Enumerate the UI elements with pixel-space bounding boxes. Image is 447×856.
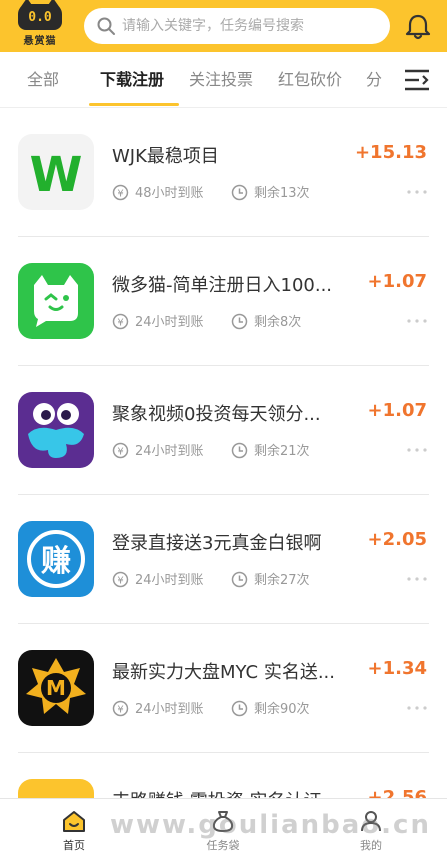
remaining-text: 剩余90次 — [254, 702, 310, 717]
more-dots-icon[interactable] — [407, 577, 427, 581]
svg-text:M: M — [46, 676, 66, 700]
task-item[interactable]: 微多猫-简单注册日入100... +1.07 ¥24小时到账 剩余8次 — [0, 237, 447, 366]
remaining-count: 剩余27次 — [231, 569, 310, 588]
bottom-nav: 首页 任务袋 我的 — [0, 798, 447, 856]
tab-download-register[interactable]: 下载注册 — [100, 52, 164, 108]
task-reward: +2.05 — [367, 529, 428, 550]
logo-text: 悬赏猫 — [23, 36, 57, 47]
nav-task-bag[interactable]: 任务袋 — [173, 799, 273, 856]
nav-task-bag-label: 任务袋 — [206, 839, 240, 852]
zhuan-app-icon: 赚 — [18, 521, 94, 597]
tab-all[interactable]: 全部 — [27, 52, 59, 108]
settle-time-text: 24小时到账 — [135, 573, 204, 588]
search-bar[interactable] — [84, 8, 390, 44]
remaining-text: 剩余8次 — [254, 315, 302, 330]
svg-text:赚: 赚 — [41, 544, 71, 579]
task-title: 微多猫-简单注册日入100... — [112, 275, 333, 296]
nav-profile[interactable]: 我的 — [321, 799, 421, 856]
clock-icon — [231, 313, 248, 330]
top-header: 0.0 悬赏猫 — [0, 0, 447, 52]
task-reward: +1.07 — [367, 400, 428, 421]
clock-icon — [231, 442, 248, 459]
logo-eyes: 0.0 — [28, 10, 52, 25]
task-reward: +1.34 — [367, 658, 428, 679]
clock-icon — [231, 571, 248, 588]
nav-home-label: 首页 — [63, 839, 85, 852]
nav-home[interactable]: 首页 — [24, 799, 124, 856]
wjk-app-icon: W — [18, 134, 94, 210]
remaining-count: 剩余21次 — [231, 440, 310, 459]
clock-icon — [231, 700, 248, 717]
task-title: WJK最稳项目 — [112, 146, 219, 167]
remaining-count: 剩余13次 — [231, 182, 310, 201]
active-tab-indicator — [89, 103, 179, 106]
task-item[interactable]: M 最新实力大盘MYC 实名送... +1.34 ¥24小时到账 剩余90次 — [0, 624, 447, 753]
svg-text:¥: ¥ — [117, 447, 123, 458]
search-input[interactable] — [122, 8, 382, 44]
remaining-count: 剩余8次 — [231, 311, 301, 330]
myc-app-icon: M — [18, 650, 94, 726]
settle-time: ¥48小时到账 — [112, 182, 204, 201]
task-item[interactable]: 聚象视频0投资每天领分... +1.07 ¥24小时到账 剩余21次 — [0, 366, 447, 495]
clock-icon — [231, 184, 248, 201]
settle-time-text: 24小时到账 — [135, 444, 204, 459]
bell-icon[interactable] — [403, 12, 433, 42]
user-icon — [361, 811, 381, 832]
yen-icon: ¥ — [112, 442, 129, 459]
yen-icon: ¥ — [112, 700, 129, 717]
weiduomao-app-icon — [18, 263, 94, 339]
task-title: 最新实力大盘MYC 实名送... — [112, 662, 335, 683]
yen-icon: ¥ — [112, 313, 129, 330]
remaining-text: 剩余21次 — [254, 444, 310, 459]
tab-follow-vote[interactable]: 关注投票 — [189, 52, 253, 108]
tab-redpacket-bargain[interactable]: 红包砍价 — [278, 52, 342, 108]
task-reward: +1.07 — [367, 271, 428, 292]
bag-icon — [212, 811, 234, 832]
task-title: 聚象视频0投资每天领分... — [112, 404, 321, 425]
app-logo[interactable]: 0.0 悬赏猫 — [14, 0, 66, 48]
more-dots-icon[interactable] — [407, 706, 427, 710]
more-dots-icon[interactable] — [407, 448, 427, 452]
task-item[interactable]: 赚 登录直接送3元真金白银啊 +2.05 ¥24小时到账 剩余27次 — [0, 495, 447, 624]
search-icon — [97, 17, 115, 35]
home-icon — [63, 811, 85, 832]
more-dots-icon[interactable] — [407, 190, 427, 194]
yen-icon: ¥ — [112, 184, 129, 201]
settle-time: ¥24小时到账 — [112, 311, 204, 330]
tab-partial[interactable]: 分 — [366, 52, 382, 108]
settle-time: ¥24小时到账 — [112, 440, 204, 459]
settle-time: ¥24小时到账 — [112, 698, 204, 717]
remaining-text: 剩余27次 — [254, 573, 310, 588]
juxiang-app-icon — [18, 392, 94, 468]
category-menu-icon[interactable] — [403, 67, 431, 93]
svg-text:¥: ¥ — [117, 705, 123, 716]
category-tabs: 全部 下载注册 关注投票 红包砍价 分 — [0, 52, 447, 108]
settle-time-text: 24小时到账 — [135, 315, 204, 330]
task-reward: +15.13 — [354, 142, 427, 163]
svg-text:W: W — [30, 147, 83, 203]
task-title: 登录直接送3元真金白银啊 — [112, 533, 322, 554]
settle-time: ¥24小时到账 — [112, 569, 204, 588]
remaining-text: 剩余13次 — [254, 186, 310, 201]
cat-logo-icon: 0.0 — [18, 0, 62, 30]
more-dots-icon[interactable] — [407, 319, 427, 323]
svg-text:¥: ¥ — [117, 189, 123, 200]
nav-profile-label: 我的 — [360, 839, 382, 852]
remaining-count: 剩余90次 — [231, 698, 310, 717]
svg-text:¥: ¥ — [117, 318, 123, 329]
yen-icon: ¥ — [112, 571, 129, 588]
task-item[interactable]: W WJK最稳项目 +15.13 ¥48小时到账 剩余13次 — [0, 108, 447, 237]
settle-time-text: 24小时到账 — [135, 702, 204, 717]
settle-time-text: 48小时到账 — [135, 186, 204, 201]
svg-text:¥: ¥ — [117, 576, 123, 587]
